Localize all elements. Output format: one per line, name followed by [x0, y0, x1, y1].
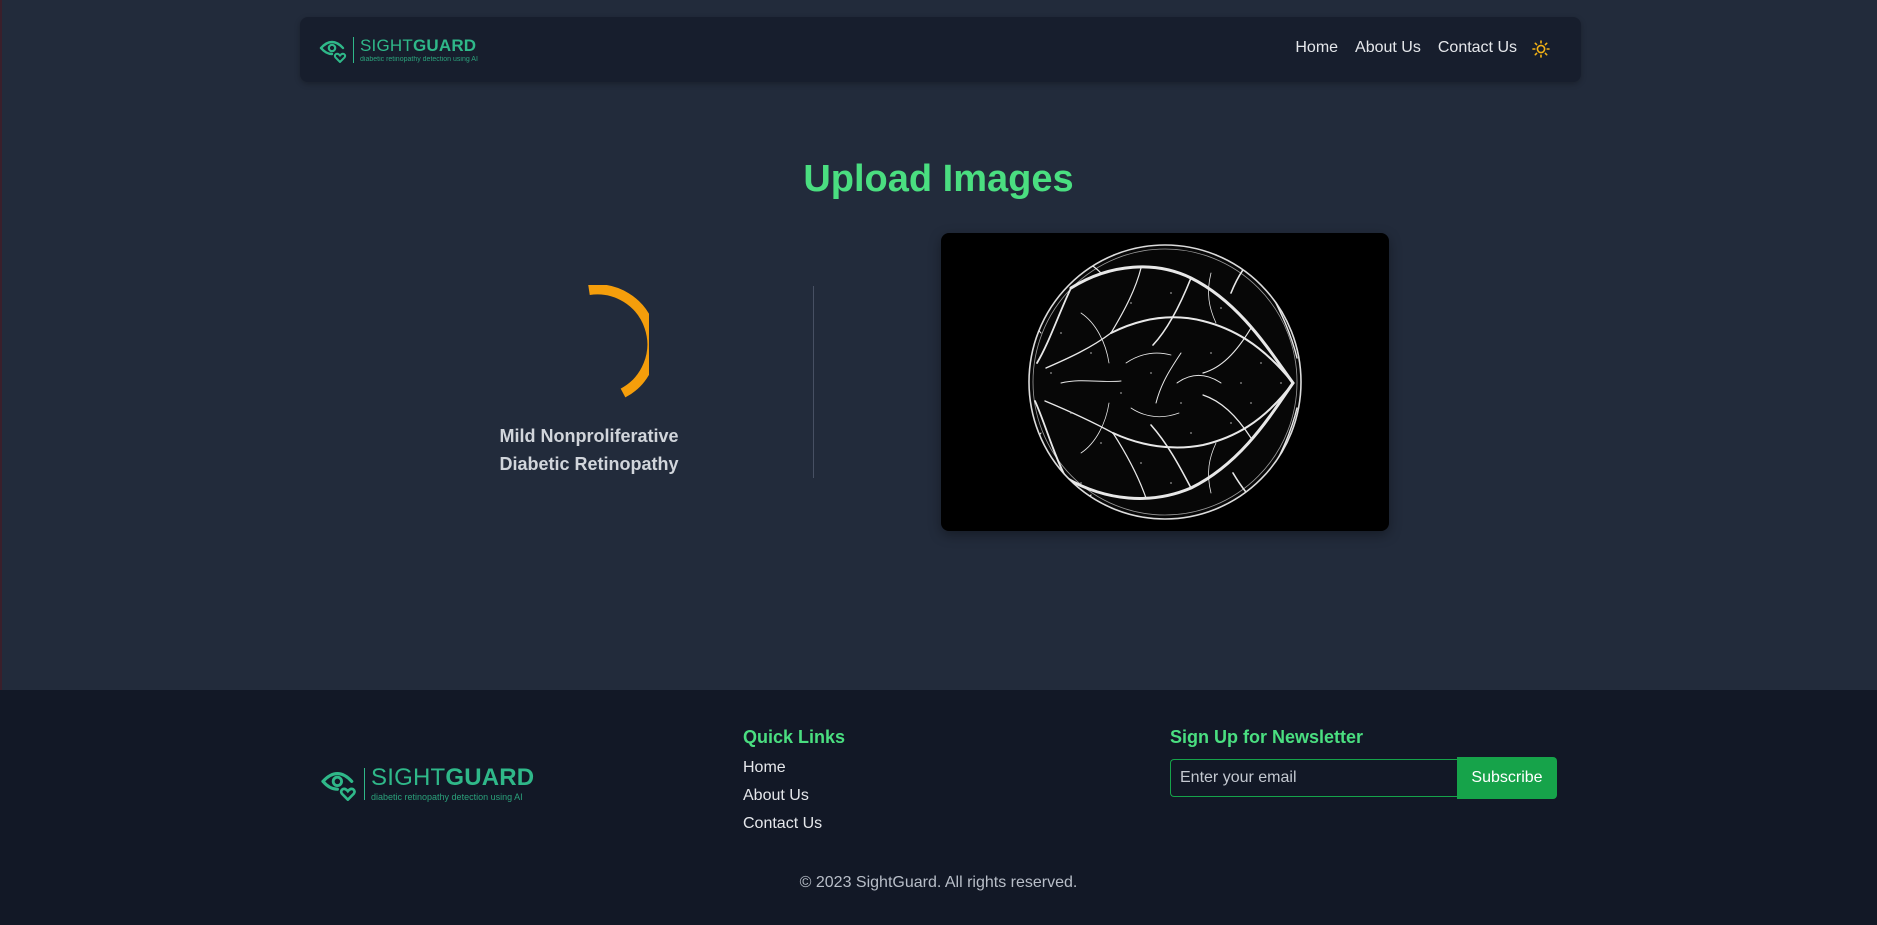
footer: SIGHTGUARD diabetic retinopathy detectio…	[0, 690, 1877, 925]
quick-links-title: Quick Links	[743, 727, 846, 747]
nav-link-contact[interactable]: Contact Us	[1438, 39, 1517, 57]
sun-icon[interactable]	[1532, 40, 1550, 58]
brand-name: SIGHTGUARD	[371, 764, 535, 791]
diagnosis-line-2: Diabetic Retinopathy	[499, 454, 679, 474]
quick-links: Quick Links Home About Us Contact Us	[743, 727, 845, 842]
newsletter: Sign Up for Newsletter Subscribe	[1170, 727, 1557, 799]
diagnosis-result: Mild Nonproliferative Diabetic Retinopat…	[468, 422, 710, 478]
eye-heart-icon	[321, 771, 356, 801]
logo-separator	[364, 768, 365, 800]
newsletter-form: Subscribe	[1170, 757, 1557, 799]
footer-link-about[interactable]: About Us	[743, 786, 845, 814]
brand-name: SIGHTGUARD	[360, 36, 477, 55]
nav-link-about[interactable]: About Us	[1355, 39, 1421, 57]
email-field[interactable]	[1170, 759, 1457, 797]
subscribe-button[interactable]: Subscribe	[1457, 757, 1557, 799]
nav-logo[interactable]: SIGHTGUARD diabetic retinopathy detectio…	[319, 37, 478, 63]
copyright: © 2023 SightGuard. All rights reserved.	[799, 874, 1078, 891]
newsletter-title: Sign Up for Newsletter	[1170, 727, 1364, 747]
window-edge	[0, 0, 2, 690]
navbar: SIGHTGUARD diabetic retinopathy detectio…	[300, 17, 1581, 82]
footer-link-contact[interactable]: Contact Us	[743, 814, 845, 842]
vertical-divider	[813, 286, 814, 478]
footer-link-home[interactable]: Home	[743, 758, 845, 786]
eye-heart-icon	[319, 40, 347, 63]
nav-link-home[interactable]: Home	[1295, 39, 1338, 57]
nav-links: Home About Us Contact Us	[1295, 39, 1517, 57]
logo-separator	[353, 37, 354, 63]
diagnosis-line-1: Mild Nonproliferative	[499, 426, 679, 446]
page-title: Upload Images	[803, 158, 1074, 200]
uploaded-retina-image	[941, 233, 1389, 531]
brand-tagline: diabetic retinopathy detection using AI	[371, 792, 523, 802]
footer-logo[interactable]: SIGHTGUARD diabetic retinopathy detectio…	[320, 766, 534, 802]
retina-vessel-image	[1028, 244, 1302, 520]
loading-spinner-icon	[588, 285, 649, 398]
brand-tagline: diabetic retinopathy detection using AI	[360, 56, 478, 63]
